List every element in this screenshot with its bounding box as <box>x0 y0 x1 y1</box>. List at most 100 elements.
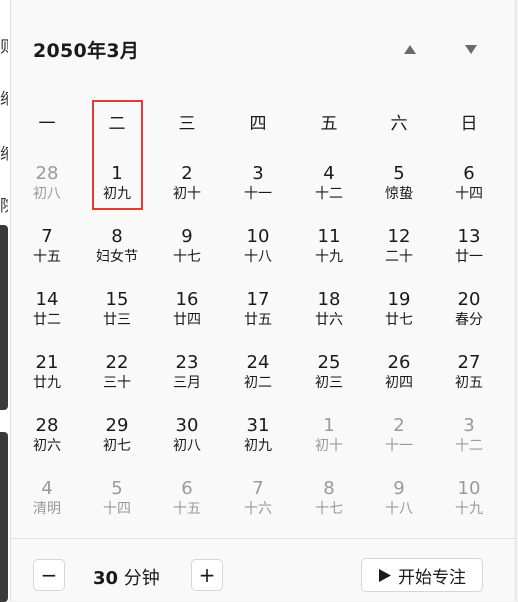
calendar-day-cell[interactable]: 28 初八 <box>17 163 77 215</box>
calendar-day-cell[interactable]: 14 廿二 <box>17 289 77 341</box>
solar-date: 5 <box>393 163 405 184</box>
calendar-day-cell[interactable]: 10 十九 <box>439 478 499 530</box>
calendar-day-cell[interactable]: 11 十九 <box>299 226 359 278</box>
solar-date: 12 <box>387 226 411 247</box>
calendar-day-cell[interactable]: 28 初六 <box>17 415 77 467</box>
lunar-date: 初五 <box>455 375 483 391</box>
solar-date: 30 <box>175 415 199 436</box>
lunar-date: 廿一 <box>455 249 483 265</box>
calendar-day-cell[interactable]: 8 妇女节 <box>87 226 147 278</box>
lunar-date: 十二 <box>315 186 343 202</box>
calendar-day-cell[interactable]: 6 十五 <box>157 478 217 530</box>
solar-date: 16 <box>175 289 199 310</box>
calendar-day-cell[interactable]: 18 廿六 <box>299 289 359 341</box>
lunar-date: 十二 <box>455 438 483 454</box>
calendar-day-cell[interactable]: 6 十四 <box>439 163 499 215</box>
calendar-day-cell[interactable]: 8 十七 <box>299 478 359 530</box>
calendar-day-cell[interactable]: 12 二十 <box>369 226 429 278</box>
lunar-date: 春分 <box>455 312 483 328</box>
lunar-date: 初九 <box>103 186 131 202</box>
lunar-date: 三月 <box>173 375 201 391</box>
start-focus-button[interactable]: 开始专注 <box>361 558 483 592</box>
solar-date: 1 <box>323 415 335 436</box>
increase-duration-button[interactable]: + <box>191 559 223 591</box>
solar-date: 3 <box>463 415 475 436</box>
calendar-day-cell[interactable]: 10 十八 <box>228 226 288 278</box>
calendar-day-cell[interactable]: 19 廿七 <box>369 289 429 341</box>
lunar-date: 初七 <box>103 438 131 454</box>
calendar-day-cell[interactable]: 31 初九 <box>228 415 288 467</box>
solar-date: 25 <box>317 352 341 373</box>
lunar-date: 十七 <box>315 501 343 517</box>
calendar-flyout: 2050年3月 一二三四五六日 28 初八 1 初九 2 初十 3 十一 4 十二 5 惊蛰 6 十四 7 十… <box>10 0 516 601</box>
background-text: 则 <box>0 38 8 56</box>
lunar-date: 初四 <box>385 375 413 391</box>
solar-date: 27 <box>457 352 481 373</box>
play-icon <box>379 568 391 582</box>
weekday-label: 日 <box>460 114 478 134</box>
solar-date: 10 <box>457 478 481 499</box>
lunar-date: 廿六 <box>315 312 343 328</box>
lunar-date: 初三 <box>315 375 343 391</box>
solar-date: 2 <box>181 163 193 184</box>
triangle-down-icon <box>465 44 477 54</box>
triangle-up-icon <box>404 44 416 54</box>
solar-date: 26 <box>387 352 411 373</box>
solar-date: 28 <box>35 415 59 436</box>
lunar-date: 三十 <box>103 375 131 391</box>
calendar-day-cell[interactable]: 22 三十 <box>87 352 147 404</box>
calendar-day-cell[interactable]: 2 十一 <box>369 415 429 467</box>
calendar-day-cell[interactable]: 5 惊蛰 <box>369 163 429 215</box>
calendar-day-cell[interactable]: 26 初四 <box>369 352 429 404</box>
calendar-day-cell[interactable]: 1 初十 <box>299 415 359 467</box>
calendar-day-cell[interactable]: 9 十八 <box>369 478 429 530</box>
month-title[interactable]: 2050年3月 <box>33 36 139 63</box>
solar-date: 24 <box>246 352 270 373</box>
solar-date: 13 <box>457 226 481 247</box>
calendar-day-cell[interactable]: 25 初三 <box>299 352 359 404</box>
lunar-date: 清明 <box>33 501 61 517</box>
solar-date: 20 <box>457 289 481 310</box>
lunar-date: 十五 <box>33 249 61 265</box>
calendar-day-cell[interactable]: 17 廿五 <box>228 289 288 341</box>
calendar-day-cell[interactable]: 15 廿三 <box>87 289 147 341</box>
next-month-button[interactable] <box>460 38 482 60</box>
calendar-day-cell[interactable]: 7 十五 <box>17 226 77 278</box>
calendar-day-cell[interactable]: 2 初十 <box>157 163 217 215</box>
lunar-date: 初八 <box>33 186 61 202</box>
weekday-label: 四 <box>249 114 267 134</box>
calendar-day-cell[interactable]: 24 初二 <box>228 352 288 404</box>
calendar-day-cell[interactable]: 9 十七 <box>157 226 217 278</box>
solar-date: 31 <box>246 415 270 436</box>
background-image <box>0 225 8 410</box>
lunar-date: 初二 <box>244 375 272 391</box>
calendar-day-cell[interactable]: 1 初九 <box>87 163 147 215</box>
calendar-day-cell[interactable]: 21 廿九 <box>17 352 77 404</box>
lunar-date: 十九 <box>455 501 483 517</box>
lunar-date: 廿七 <box>385 312 413 328</box>
weekday-label: 五 <box>320 114 338 134</box>
calendar-day-cell[interactable]: 30 初八 <box>157 415 217 467</box>
calendar-day-cell[interactable]: 23 三月 <box>157 352 217 404</box>
calendar-day-cell[interactable]: 13 廿一 <box>439 226 499 278</box>
calendar-day-cell[interactable]: 7 十六 <box>228 478 288 530</box>
solar-date: 21 <box>35 352 59 373</box>
calendar-day-cell[interactable]: 4 清明 <box>17 478 77 530</box>
lunar-date: 十六 <box>244 501 272 517</box>
solar-date: 8 <box>323 478 335 499</box>
lunar-date: 十四 <box>455 186 483 202</box>
calendar-day-cell[interactable]: 4 十二 <box>299 163 359 215</box>
calendar-day-cell[interactable]: 20 春分 <box>439 289 499 341</box>
start-focus-label: 开始专注 <box>398 567 466 588</box>
focus-duration: 30 分钟 <box>93 564 160 590</box>
calendar-day-cell[interactable]: 5 十四 <box>87 478 147 530</box>
lunar-date: 初十 <box>315 438 343 454</box>
previous-month-button[interactable] <box>399 38 421 60</box>
calendar-day-cell[interactable]: 27 初五 <box>439 352 499 404</box>
solar-date: 22 <box>105 352 129 373</box>
calendar-day-cell[interactable]: 16 廿四 <box>157 289 217 341</box>
calendar-day-cell[interactable]: 3 十二 <box>439 415 499 467</box>
calendar-day-cell[interactable]: 29 初七 <box>87 415 147 467</box>
decrease-duration-button[interactable]: − <box>33 559 65 591</box>
calendar-day-cell[interactable]: 3 十一 <box>228 163 288 215</box>
